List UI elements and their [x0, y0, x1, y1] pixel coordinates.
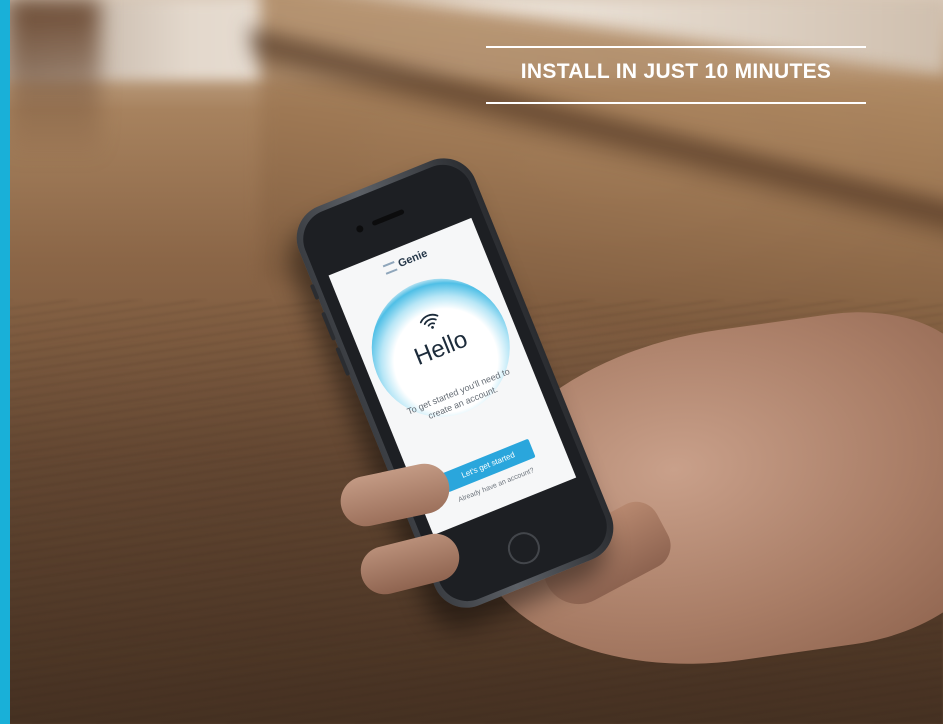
accent-bar [0, 0, 10, 724]
earpiece-speaker [371, 208, 405, 227]
mute-switch [309, 283, 320, 301]
background-shadow [10, 0, 100, 160]
genie-logo-icon [382, 261, 398, 275]
front-camera [355, 224, 365, 234]
background-photo: Genie Hello To get started you'll need t… [0, 0, 943, 724]
headline: INSTALL IN JUST 10 MINUTES [520, 60, 832, 83]
home-button [503, 527, 545, 570]
brand-name: Genie [396, 247, 430, 271]
